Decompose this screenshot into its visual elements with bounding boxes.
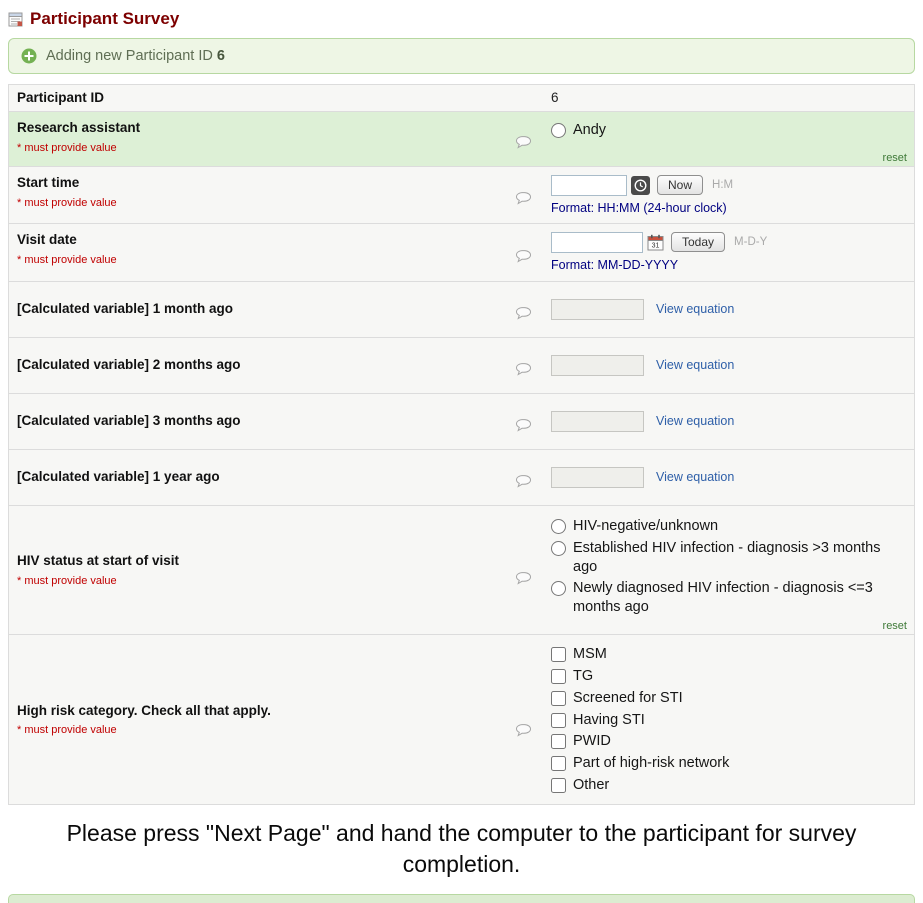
radio-option: Andy	[551, 121, 906, 140]
calc-value-input	[551, 411, 644, 432]
calc-label: [Calculated variable] 1 year ago	[17, 469, 507, 486]
radio-option: HIV-negative/unknown	[551, 517, 906, 536]
comment-bubble-icon[interactable]	[515, 192, 532, 205]
required-note: * must provide value	[17, 254, 507, 266]
checkbox-option: Part of high-risk network	[551, 754, 906, 773]
required-note: * must provide value	[17, 197, 507, 209]
calc-value-input	[551, 299, 644, 320]
calc-value-input	[551, 355, 644, 376]
row-participant-id: Participant ID 6	[9, 85, 914, 112]
comment-bubble-icon[interactable]	[515, 249, 532, 262]
page-header: Participant Survey	[0, 0, 923, 35]
row-calc-1-year: [Calculated variable] 1 year ago View eq…	[9, 450, 914, 506]
high-risk-checkbox-tg[interactable]	[551, 669, 566, 684]
banner-text: Adding new Participant ID 6	[46, 48, 225, 64]
radio-option: Newly diagnosed HIV infection - diagnosi…	[551, 579, 906, 617]
checkbox-option: Having STI	[551, 711, 906, 730]
row-calc-1-month: [Calculated variable] 1 month ago View e…	[9, 282, 914, 338]
comment-bubble-icon[interactable]	[515, 571, 532, 584]
radio-option-label[interactable]: Established HIV infection - diagnosis >3…	[573, 539, 906, 577]
radio-option: Established HIV infection - diagnosis >3…	[551, 539, 906, 577]
hiv-status-label: HIV status at start of visit	[17, 553, 507, 570]
checkbox-option-label[interactable]: PWID	[573, 732, 611, 751]
checkbox-option: Other	[551, 776, 906, 795]
calendar-icon[interactable]: 31	[647, 234, 664, 251]
now-button[interactable]: Now	[657, 175, 703, 195]
checkbox-option-label[interactable]: Screened for STI	[573, 689, 683, 708]
hiv-status-radio-newly-diagnosed[interactable]	[551, 581, 566, 596]
form-icon	[8, 12, 23, 27]
checkbox-option: PWID	[551, 732, 906, 751]
high-risk-checkbox-screened-sti[interactable]	[551, 691, 566, 706]
high-risk-checkbox-network[interactable]	[551, 756, 566, 771]
research-assistant-radio-andy[interactable]	[551, 123, 566, 138]
row-high-risk: High risk category. Check all that apply…	[9, 635, 914, 805]
radio-option-label[interactable]: HIV-negative/unknown	[573, 517, 718, 536]
row-start-time: Start time * must provide value Now H:M …	[9, 167, 914, 224]
reset-link[interactable]: reset	[883, 152, 907, 164]
calc-label: [Calculated variable] 3 months ago	[17, 413, 507, 430]
next-section-strip	[8, 894, 915, 903]
hiv-status-radio-negative[interactable]	[551, 519, 566, 534]
view-equation-link[interactable]: View equation	[656, 414, 734, 428]
page-title: Participant Survey	[30, 9, 179, 29]
svg-text:31: 31	[652, 242, 660, 249]
high-risk-checkbox-msm[interactable]	[551, 647, 566, 662]
date-hint: M-D-Y	[734, 236, 767, 248]
checkbox-option-label[interactable]: Other	[573, 776, 609, 795]
participant-id-label: Participant ID	[17, 90, 507, 107]
high-risk-checkbox-having-sti[interactable]	[551, 713, 566, 728]
checkbox-option: TG	[551, 667, 906, 686]
high-risk-label: High risk category. Check all that apply…	[17, 703, 507, 720]
checkbox-option: MSM	[551, 645, 906, 664]
checkbox-option-label[interactable]: TG	[573, 667, 593, 686]
high-risk-checkbox-other[interactable]	[551, 778, 566, 793]
date-format-note: Format: MM-DD-YYYY	[551, 258, 906, 272]
participant-id-value: 6	[551, 90, 906, 105]
add-circle-icon	[21, 48, 37, 64]
comment-bubble-icon[interactable]	[515, 474, 532, 487]
start-time-label: Start time	[17, 175, 507, 192]
calc-label: [Calculated variable] 1 month ago	[17, 301, 507, 318]
required-note: * must provide value	[17, 142, 507, 154]
row-calc-3-months: [Calculated variable] 3 months ago View …	[9, 394, 914, 450]
row-calc-2-months: [Calculated variable] 2 months ago View …	[9, 338, 914, 394]
radio-option-label[interactable]: Andy	[573, 121, 606, 140]
today-button[interactable]: Today	[671, 232, 725, 252]
adding-participant-banner: Adding new Participant ID 6	[8, 38, 915, 74]
visit-date-input[interactable]	[551, 232, 643, 253]
clock-icon[interactable]	[631, 176, 650, 195]
comment-bubble-icon[interactable]	[515, 418, 532, 431]
research-assistant-label: Research assistant	[17, 120, 507, 137]
row-hiv-status: HIV status at start of visit * must prov…	[9, 506, 914, 635]
row-visit-date: Visit date * must provide value 31	[9, 224, 914, 282]
checkbox-option-label[interactable]: Part of high-risk network	[573, 754, 729, 773]
visit-date-label: Visit date	[17, 232, 507, 249]
calc-label: [Calculated variable] 2 months ago	[17, 357, 507, 374]
comment-bubble-icon[interactable]	[515, 306, 532, 319]
checkbox-option: Screened for STI	[551, 689, 906, 708]
required-note: * must provide value	[17, 575, 507, 587]
comment-bubble-icon[interactable]	[515, 723, 532, 736]
radio-option-label[interactable]: Newly diagnosed HIV infection - diagnosi…	[573, 579, 906, 617]
required-note: * must provide value	[17, 724, 507, 736]
row-research-assistant: Research assistant * must provide value …	[9, 112, 914, 167]
reset-link[interactable]: reset	[883, 620, 907, 632]
view-equation-link[interactable]: View equation	[656, 470, 734, 484]
footer-instruction: Please press "Next Page" and hand the co…	[0, 805, 923, 894]
view-equation-link[interactable]: View equation	[656, 302, 734, 316]
comment-bubble-icon[interactable]	[515, 362, 532, 375]
survey-form-table: Participant ID 6 Research assistant * mu…	[8, 84, 915, 805]
view-equation-link[interactable]: View equation	[656, 358, 734, 372]
start-time-input[interactable]	[551, 175, 627, 196]
high-risk-checkbox-pwid[interactable]	[551, 734, 566, 749]
calc-value-input	[551, 467, 644, 488]
checkbox-option-label[interactable]: MSM	[573, 645, 607, 664]
checkbox-option-label[interactable]: Having STI	[573, 711, 645, 730]
hiv-status-radio-established[interactable]	[551, 541, 566, 556]
time-hint: H:M	[712, 179, 733, 191]
comment-bubble-icon[interactable]	[515, 136, 532, 149]
time-format-note: Format: HH:MM (24-hour clock)	[551, 201, 906, 215]
banner-participant-id: 6	[217, 48, 225, 64]
